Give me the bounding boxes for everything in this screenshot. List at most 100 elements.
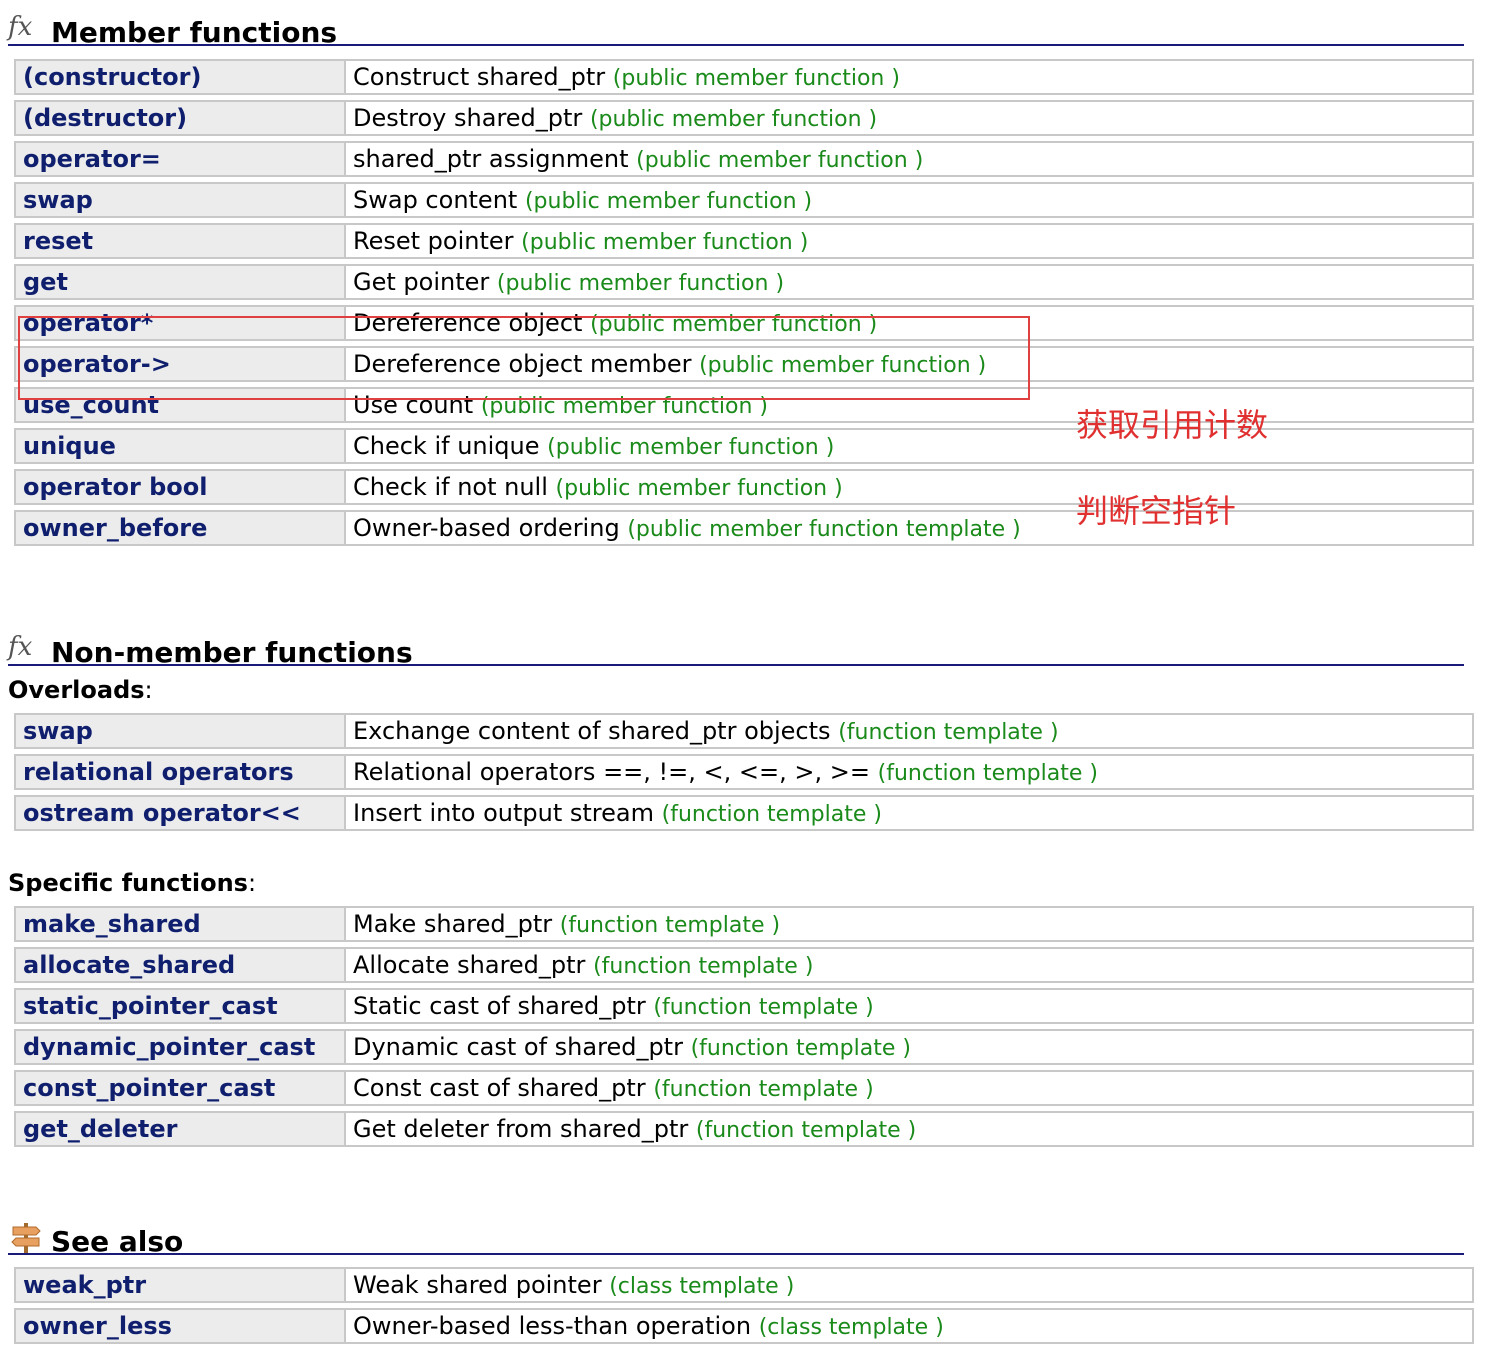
table-row: swap Exchange content of shared_ptr objec… bbox=[14, 713, 1474, 749]
description-text: Owner-based less-than operation bbox=[353, 1312, 752, 1340]
function-link[interactable]: allocate_shared bbox=[14, 947, 346, 983]
kind-label: (function template ) bbox=[593, 954, 814, 979]
kind-label: (public member function ) bbox=[699, 353, 987, 378]
description-text: Use count bbox=[353, 391, 474, 419]
function-description: Dereference object member (public member… bbox=[346, 346, 1474, 382]
kind-label: (function template ) bbox=[653, 1077, 874, 1102]
function-link[interactable]: dynamic_pointer_cast bbox=[14, 1029, 346, 1065]
function-link[interactable]: const_pointer_cast bbox=[14, 1070, 346, 1106]
function-link[interactable]: ostream operator<< bbox=[14, 795, 346, 831]
fx-icon: fx bbox=[8, 632, 33, 662]
function-link[interactable]: (destructor) bbox=[14, 100, 346, 136]
function-description: Use count (public member function ) bbox=[346, 387, 1474, 423]
table-row: (constructor) Construct shared_ptr (publi… bbox=[14, 59, 1474, 95]
table-row: make_shared Make shared_ptr (function tem… bbox=[14, 906, 1474, 942]
kind-label: (function template ) bbox=[661, 802, 882, 827]
kind-label: (function template ) bbox=[695, 1118, 917, 1143]
kind-label: (public member function ) bbox=[547, 435, 835, 460]
table-row: (destructor) Destroy shared_ptr (public m… bbox=[14, 100, 1474, 136]
table-row: swap Swap content (public member function… bbox=[14, 182, 1474, 218]
kind-label: (function template ) bbox=[838, 720, 1059, 745]
specific-functions-label: Specific functions bbox=[8, 869, 248, 897]
description-text: Construct shared_ptr bbox=[353, 63, 606, 91]
description-text: Destroy shared_ptr bbox=[353, 104, 583, 132]
function-description: Dynamic cast of shared_ptr (function tem… bbox=[346, 1029, 1474, 1065]
kind-label: (function template ) bbox=[690, 1036, 911, 1061]
table-row: ostream operator<< Insert into output str… bbox=[14, 795, 1474, 831]
reference-page: fx Member functions (constructor) Constru… bbox=[0, 0, 1508, 1354]
function-link[interactable]: get_deleter bbox=[14, 1111, 346, 1147]
section-title: See also bbox=[51, 1225, 184, 1258]
section-title: Member functions bbox=[51, 16, 338, 49]
kind-label: (public member function ) bbox=[524, 189, 813, 214]
kind-label: (function template ) bbox=[559, 913, 781, 938]
table-row: operator bool Check if not null (public m… bbox=[14, 469, 1474, 505]
kind-label: (public member function ) bbox=[496, 271, 785, 296]
function-link[interactable]: operator bool bbox=[14, 469, 346, 505]
bool-annotation: 判断空指针 bbox=[1076, 492, 1237, 530]
function-link[interactable]: owner_less bbox=[14, 1308, 346, 1344]
function-description: Get deleter from shared_ptr (function te… bbox=[346, 1111, 1474, 1147]
kind-label: (function template ) bbox=[877, 761, 1098, 786]
description-text: Const cast of shared_ptr bbox=[353, 1074, 646, 1102]
function-description: Const cast of shared_ptr (function templ… bbox=[346, 1070, 1474, 1106]
table-row: reset Reset pointer (public member functi… bbox=[14, 223, 1474, 259]
table-row: operator-> Dereference object member (pub… bbox=[14, 346, 1474, 382]
function-link[interactable]: owner_before bbox=[14, 510, 346, 546]
description-text: shared_ptr assignment bbox=[353, 145, 629, 173]
kind-label: (public member function ) bbox=[636, 148, 924, 173]
function-link[interactable]: operator= bbox=[14, 141, 346, 177]
kind-label: (class template ) bbox=[758, 1315, 944, 1340]
description-text: Get deleter from shared_ptr bbox=[353, 1115, 689, 1143]
description-text: Get pointer bbox=[353, 268, 490, 296]
description-text: Make shared_ptr bbox=[353, 910, 553, 938]
non-member-functions-header: fx Non-member functions bbox=[8, 626, 1464, 669]
kind-label: (public member function ) bbox=[590, 312, 878, 337]
function-description: Relational operators ==, !=, <, <=, >, >… bbox=[346, 754, 1474, 790]
function-description: Owner-based ordering (public member func… bbox=[346, 510, 1474, 546]
description-text: Exchange content of shared_ptr objects bbox=[353, 717, 831, 745]
table-row: dynamic_pointer_cast Dynamic cast of shar… bbox=[14, 1029, 1474, 1065]
kind-label: (class template ) bbox=[609, 1274, 795, 1299]
description-text: Dereference object bbox=[353, 309, 583, 337]
function-link[interactable]: unique bbox=[14, 428, 346, 464]
function-link[interactable]: relational operators bbox=[14, 754, 346, 790]
function-link[interactable]: operator-> bbox=[14, 346, 346, 382]
function-description: Get pointer (public member function ) bbox=[346, 264, 1474, 300]
function-link[interactable]: operator* bbox=[14, 305, 346, 341]
function-description: Insert into output stream (function temp… bbox=[346, 795, 1474, 831]
kind-label: (public member function ) bbox=[480, 394, 768, 419]
function-link[interactable]: use_count bbox=[14, 387, 346, 423]
use-count-annotation: 获取引用计数 bbox=[1076, 406, 1269, 444]
function-description: Check if not null (public member functio… bbox=[346, 469, 1474, 505]
function-link[interactable]: get bbox=[14, 264, 346, 300]
description-text: Insert into output stream bbox=[353, 799, 654, 827]
description-text: Check if not null bbox=[353, 473, 548, 501]
kind-label: (public member function ) bbox=[521, 230, 809, 255]
description-text: Allocate shared_ptr bbox=[353, 951, 586, 979]
description-text: Owner-based ordering bbox=[353, 514, 620, 542]
see-also-header: See also bbox=[8, 1215, 1464, 1258]
signpost-icon bbox=[11, 1223, 41, 1253]
function-link[interactable]: weak_ptr bbox=[14, 1267, 346, 1303]
overloads-table: swap Exchange content of shared_ptr objec… bbox=[14, 708, 1474, 836]
kind-label: (public member function ) bbox=[555, 476, 843, 501]
function-link[interactable]: swap bbox=[14, 713, 346, 749]
function-link[interactable]: make_shared bbox=[14, 906, 346, 942]
table-row: operator* Dereference object (public memb… bbox=[14, 305, 1474, 341]
function-link[interactable]: static_pointer_cast bbox=[14, 988, 346, 1024]
function-description: Weak shared pointer (class template ) bbox=[346, 1267, 1474, 1303]
function-description: Make shared_ptr (function template ) bbox=[346, 906, 1474, 942]
function-description: shared_ptr assignment (public member fun… bbox=[346, 141, 1474, 177]
function-link[interactable]: (constructor) bbox=[14, 59, 346, 95]
description-text: Dynamic cast of shared_ptr bbox=[353, 1033, 683, 1061]
kind-label: (public member function ) bbox=[612, 66, 900, 91]
description-text: Check if unique bbox=[353, 432, 540, 460]
table-row: owner_less Owner-based less-than operatio… bbox=[14, 1308, 1474, 1344]
kind-label: (public member function template ) bbox=[627, 517, 1021, 542]
overloads-subheading: Overloads: bbox=[8, 676, 153, 704]
function-link[interactable]: reset bbox=[14, 223, 346, 259]
function-link[interactable]: swap bbox=[14, 182, 346, 218]
member-functions-header: fx Member functions bbox=[8, 6, 1464, 49]
specific-functions-table: make_shared Make shared_ptr (function tem… bbox=[14, 901, 1474, 1152]
